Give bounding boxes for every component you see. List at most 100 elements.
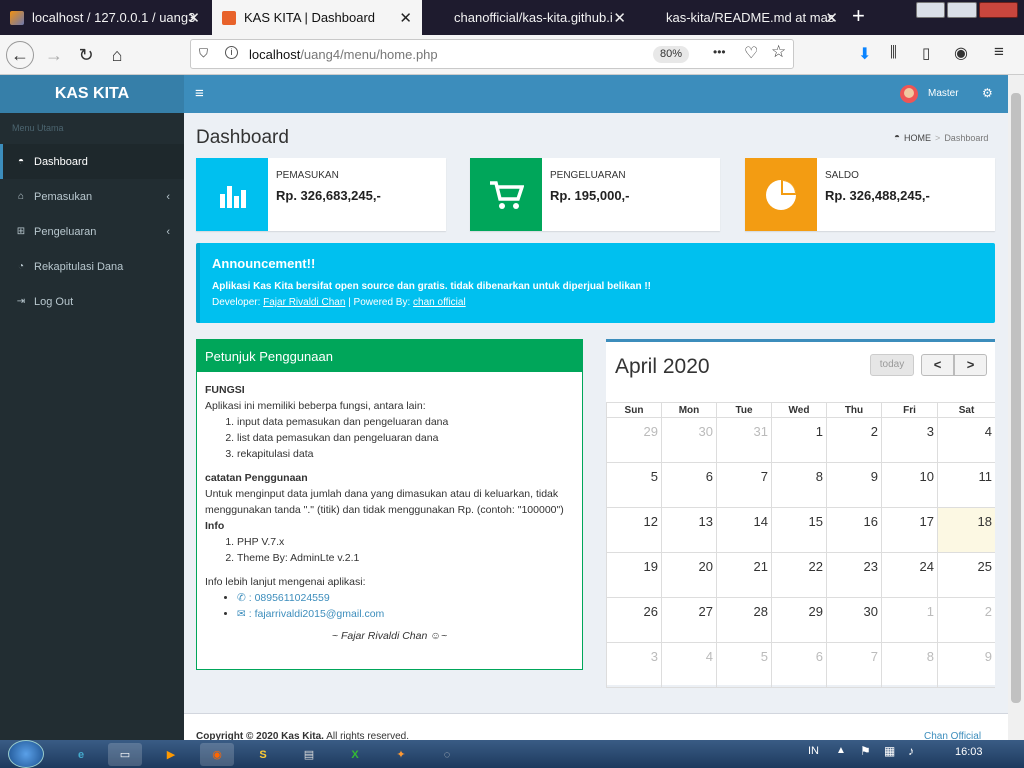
- browser-tab[interactable]: kas-kita/README.md at mas ✕: [638, 0, 848, 35]
- clock[interactable]: 16:03: [955, 746, 983, 758]
- calendar-day-today[interactable]: 18: [937, 508, 995, 553]
- scrollbar-thumb[interactable]: [1011, 93, 1021, 703]
- close-tab-icon[interactable]: ✕: [187, 9, 200, 27]
- more-icon[interactable]: •••: [713, 45, 726, 59]
- calendar-day[interactable]: 6: [661, 463, 716, 508]
- calendar-day[interactable]: 10: [881, 463, 937, 508]
- calendar-day[interactable]: 30: [826, 598, 881, 643]
- calendar-day[interactable]: 28: [716, 598, 771, 643]
- account-icon[interactable]: ◉: [954, 43, 968, 63]
- hamburger-menu-icon[interactable]: ≡: [994, 42, 1004, 62]
- brand-logo[interactable]: KAS KITA: [0, 75, 184, 113]
- calendar-day[interactable]: 13: [661, 508, 716, 553]
- back-button[interactable]: ←: [6, 41, 34, 69]
- today-button[interactable]: today: [870, 354, 914, 376]
- calendar-day[interactable]: 17: [881, 508, 937, 553]
- app-icon[interactable]: ◌: [430, 743, 464, 766]
- calendar-day[interactable]: 9: [937, 643, 995, 688]
- calendar-day[interactable]: 6: [771, 643, 826, 688]
- browser-tab-active[interactable]: KAS KITA | Dashboard ✕: [212, 0, 422, 35]
- gears-icon[interactable]: ⚙: [982, 86, 993, 100]
- avatar[interactable]: [900, 85, 918, 103]
- calendar-day[interactable]: 30: [661, 418, 716, 463]
- firefox-icon[interactable]: ◉: [200, 743, 234, 766]
- developer-link[interactable]: Fajar Rivaldi Chan: [263, 297, 345, 308]
- new-tab-button[interactable]: +: [852, 3, 865, 29]
- user-name[interactable]: Master: [928, 88, 959, 99]
- volume-icon[interactable]: ♪: [908, 744, 914, 758]
- download-icon[interactable]: ⬇: [858, 44, 871, 64]
- calendar-day[interactable]: 9: [826, 463, 881, 508]
- tray-arrow-icon[interactable]: ▲: [836, 745, 846, 756]
- calendar-day[interactable]: 7: [716, 463, 771, 508]
- excel-icon[interactable]: X: [338, 743, 372, 766]
- calendar-day[interactable]: 2: [937, 598, 995, 643]
- action-center-icon[interactable]: ⚑: [860, 744, 871, 758]
- zoom-level[interactable]: 80%: [653, 46, 689, 63]
- url-bar[interactable]: ⛉ i localhost/uang4/menu/home.php 80% ••…: [190, 39, 794, 69]
- close-tab-icon[interactable]: ✕: [825, 9, 838, 27]
- browser-tab[interactable]: chanofficial/kas-kita.github.i ✕: [424, 0, 636, 35]
- calendar-day[interactable]: 27: [661, 598, 716, 643]
- prev-month-button[interactable]: <: [921, 354, 954, 376]
- sidebar-item-pemasukan[interactable]: ⌂ Pemasukan ‹: [0, 179, 184, 214]
- minimize-button[interactable]: [916, 2, 946, 18]
- calendar-day[interactable]: 19: [606, 553, 661, 598]
- calendar-day[interactable]: 29: [771, 598, 826, 643]
- reload-button[interactable]: ↻: [72, 41, 100, 69]
- home-button[interactable]: ⌂: [103, 41, 131, 69]
- calendar-day[interactable]: 31: [716, 418, 771, 463]
- breadcrumb-home[interactable]: HOME: [904, 133, 931, 143]
- calendar-day[interactable]: 2: [826, 418, 881, 463]
- sidebar-item-log-out[interactable]: ⇥ Log Out: [0, 284, 184, 319]
- close-tab-icon[interactable]: ✕: [399, 9, 412, 27]
- calendar-day[interactable]: 3: [606, 643, 661, 688]
- calendar-day[interactable]: 29: [606, 418, 661, 463]
- language-indicator[interactable]: IN: [808, 745, 819, 757]
- sidebar-item-pengeluaran[interactable]: ⊞ Pengeluaran ‹: [0, 214, 184, 249]
- bookmark-star-icon[interactable]: ☆: [771, 42, 786, 62]
- next-month-button[interactable]: >: [954, 354, 987, 376]
- calendar-day[interactable]: 22: [771, 553, 826, 598]
- notepad-icon[interactable]: ▤: [292, 743, 326, 766]
- internet-explorer-icon[interactable]: e: [64, 743, 98, 766]
- calendar-day[interactable]: 16: [826, 508, 881, 553]
- calendar-day[interactable]: 25: [937, 553, 995, 598]
- network-icon[interactable]: ▦: [884, 744, 895, 758]
- calendar-day[interactable]: 23: [826, 553, 881, 598]
- calendar-day[interactable]: 12: [606, 508, 661, 553]
- pocket-icon[interactable]: ♡: [744, 43, 758, 63]
- calendar-day[interactable]: 5: [716, 643, 771, 688]
- xampp-icon[interactable]: ✦: [384, 743, 418, 766]
- calendar-day[interactable]: 7: [826, 643, 881, 688]
- browser-tab[interactable]: localhost / 127.0.0.1 / uang3 ✕: [0, 0, 210, 35]
- calendar-day[interactable]: 24: [881, 553, 937, 598]
- sublime-text-icon[interactable]: S: [246, 743, 280, 766]
- sidebar-toggle-button[interactable]: ≡: [195, 85, 204, 102]
- maximize-button[interactable]: [947, 2, 977, 18]
- calendar-day[interactable]: 4: [937, 418, 995, 463]
- email-link[interactable]: ✉ : fajarrivaldi2015@gmail.com: [237, 608, 384, 620]
- footer-link[interactable]: Chan Official: [924, 731, 981, 740]
- calendar-day[interactable]: 8: [881, 643, 937, 688]
- calendar-day[interactable]: 26: [606, 598, 661, 643]
- phone-link[interactable]: ✆ : 0895611024559: [237, 592, 330, 604]
- powered-by-link[interactable]: chan official: [413, 297, 466, 308]
- forward-button[interactable]: →: [40, 41, 68, 69]
- close-tab-icon[interactable]: ✕: [613, 9, 626, 27]
- media-player-icon[interactable]: ▶: [154, 743, 188, 766]
- page-scrollbar[interactable]: [1008, 75, 1024, 740]
- calendar-day[interactable]: 21: [716, 553, 771, 598]
- calendar-day[interactable]: 11: [937, 463, 995, 508]
- calendar-day[interactable]: 1: [771, 418, 826, 463]
- sidebar-item-dashboard[interactable]: ◓ Dashboard: [0, 144, 184, 179]
- calendar-day[interactable]: 5: [606, 463, 661, 508]
- library-icon[interactable]: ⫼: [890, 44, 897, 61]
- calendar-day[interactable]: 14: [716, 508, 771, 553]
- calendar-day[interactable]: 4: [661, 643, 716, 688]
- calendar-day[interactable]: 3: [881, 418, 937, 463]
- calendar-day[interactable]: 1: [881, 598, 937, 643]
- close-window-button[interactable]: [978, 2, 1018, 18]
- calendar-day[interactable]: 15: [771, 508, 826, 553]
- file-explorer-icon[interactable]: ▭: [108, 743, 142, 766]
